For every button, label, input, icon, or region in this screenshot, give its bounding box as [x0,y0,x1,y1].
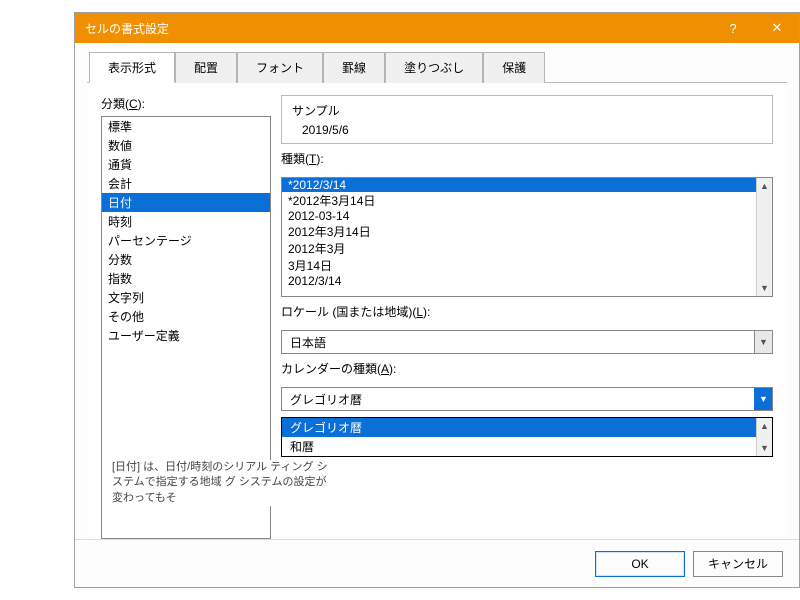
description-text: [日付] は、日付/時刻のシリアル ティング システムで指定する地域 グ システ… [112,460,332,506]
ok-button[interactable]: OK [595,551,685,577]
type-label: 種類(T): [281,150,773,167]
type-item[interactable]: 2012/3/14 [282,274,756,288]
scroll-track[interactable] [757,194,772,280]
calendar-option-selected[interactable]: グレゴリオ暦 [282,418,756,437]
scroll-up-icon[interactable]: ▲ [757,178,772,194]
type-item[interactable]: 2012年3月14日 [282,223,756,240]
settings-column: サンプル 2019/5/6 種類(T): *2012/3/14 *2012年3月… [281,95,773,539]
tab-border[interactable]: 罫線 [323,52,385,83]
category-label: 分類(C): [101,95,271,112]
category-item[interactable]: 会計 [102,174,270,193]
tab-protection[interactable]: 保護 [483,52,545,83]
titlebar: セルの書式設定 ? ✕ [75,13,799,43]
locale-combo[interactable]: 日本語 ▼ [281,330,773,354]
calendar-dropdown[interactable]: グレゴリオ暦 和暦 ▲ ▼ [281,417,773,457]
locale-value: 日本語 [282,334,754,351]
category-item[interactable]: 指数 [102,269,270,288]
cancel-button[interactable]: キャンセル [693,551,783,577]
close-button[interactable]: ✕ [755,13,799,43]
category-item[interactable]: パーセンテージ [102,231,270,250]
category-item[interactable]: 分数 [102,250,270,269]
chevron-down-icon[interactable]: ▼ [754,331,772,353]
category-item[interactable]: 標準 [102,117,270,136]
type-item[interactable]: *2012年3月14日 [282,192,756,209]
category-item[interactable]: ユーザー定義 [102,326,270,345]
dialog-buttons: OK キャンセル [75,539,799,587]
calendar-combo[interactable]: グレゴリオ暦 ▼ [281,387,773,411]
scroll-down-icon[interactable]: ▼ [757,280,772,296]
tab-fill[interactable]: 塗りつぶし [385,52,483,83]
chevron-down-icon[interactable]: ▼ [754,388,772,410]
tab-number-format[interactable]: 表示形式 [89,52,175,83]
calendar-option[interactable]: 和暦 [282,437,756,456]
category-item[interactable]: 文字列 [102,288,270,307]
sample-box: サンプル 2019/5/6 [281,95,773,144]
sample-value: 2019/5/6 [292,123,762,137]
type-list-scrollbar[interactable]: ▲ ▼ [756,178,772,296]
scroll-up-icon[interactable]: ▲ [757,418,772,434]
category-item[interactable]: 数値 [102,136,270,155]
calendar-label: カレンダーの種類(A): [281,360,773,377]
window-title: セルの書式設定 [85,20,169,37]
type-item-selected[interactable]: *2012/3/14 [282,178,756,192]
tab-alignment[interactable]: 配置 [175,52,237,83]
category-item[interactable]: その他 [102,307,270,326]
type-item[interactable]: 2012-03-14 [282,209,756,223]
help-button[interactable]: ? [711,13,755,43]
tab-font[interactable]: フォント [237,52,323,83]
type-list[interactable]: *2012/3/14 *2012年3月14日 2012-03-14 2012年3… [281,177,773,297]
category-item-selected[interactable]: 日付 [102,193,270,212]
type-item[interactable]: 3月14日 [282,257,756,274]
sample-title: サンプル [292,102,762,119]
tabs: 表示形式 配置 フォント 罫線 塗りつぶし 保護 [89,51,787,82]
scroll-down-icon[interactable]: ▼ [757,440,772,456]
calendar-value: グレゴリオ暦 [282,391,754,408]
locale-label: ロケール (国または地域)(L): [281,303,773,320]
category-item[interactable]: 通貨 [102,155,270,174]
type-item[interactable]: 2012年3月 [282,240,756,257]
category-item[interactable]: 時刻 [102,212,270,231]
calendar-dropdown-scrollbar[interactable]: ▲ ▼ [756,418,772,456]
